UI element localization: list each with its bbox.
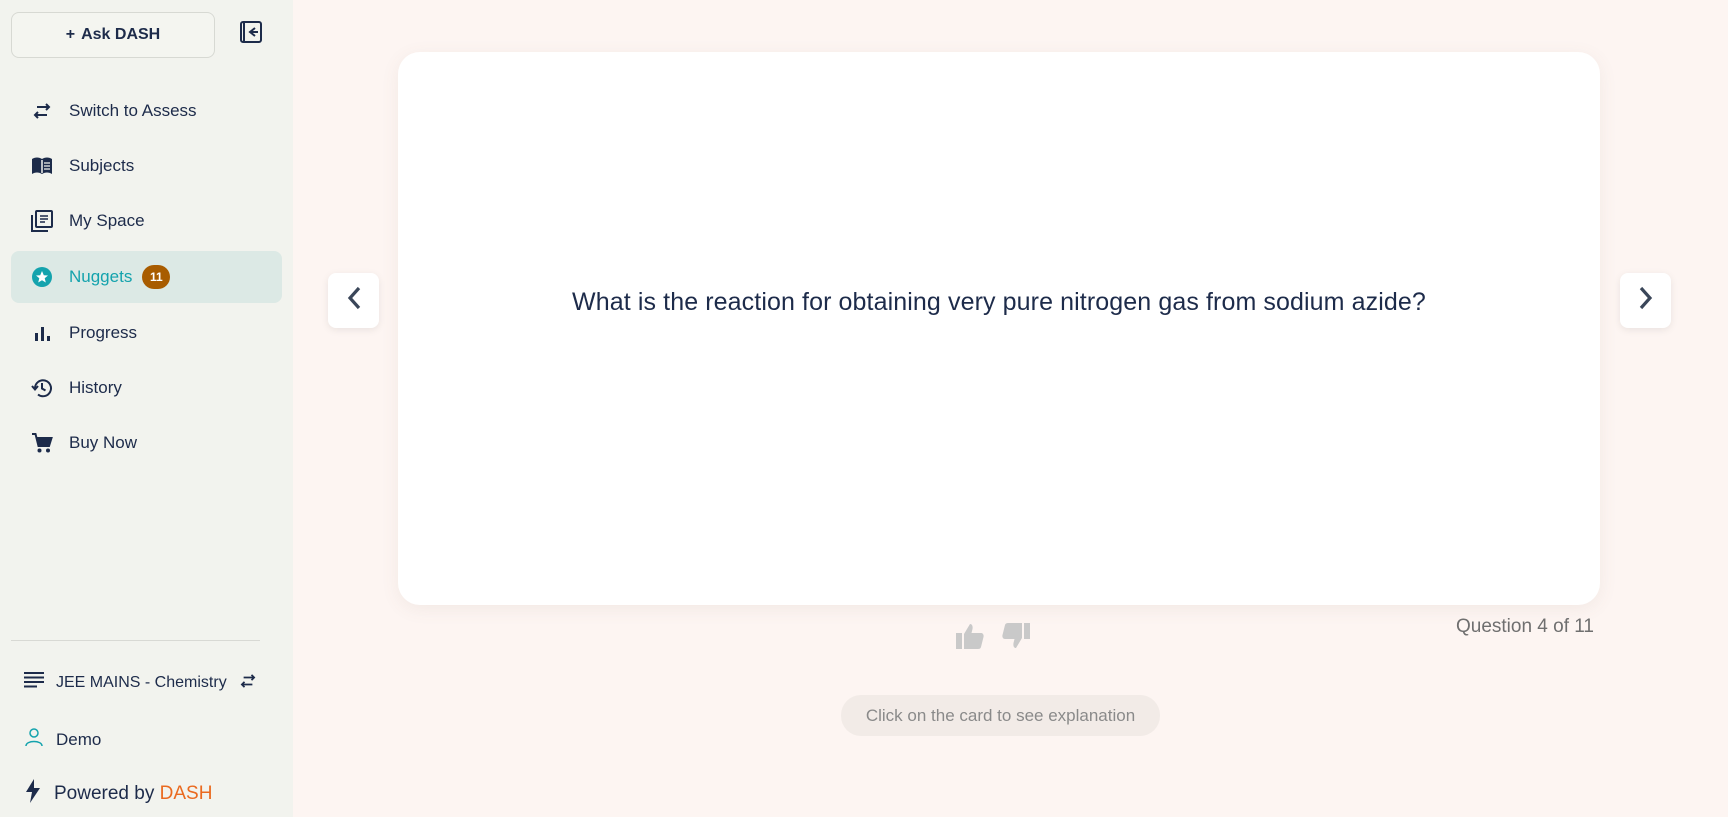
sidebar-item-label: Switch to Assess [69,101,197,120]
sidebar-item-label: Subjects [69,156,135,175]
sidebar-item-progress[interactable]: Progress [11,307,282,359]
ask-dash-button[interactable]: + Ask DASH [11,12,215,58]
powered-by-prefix: Powered by [54,783,155,804]
sidebar-item-label: My Space [69,211,145,230]
powered-by: Powered by DASH [24,779,212,809]
book-open-icon [31,155,53,177]
thumbs-up-icon[interactable] [954,620,986,657]
sidebar-item-nuggets[interactable]: Nuggets 11 [11,251,282,303]
feedback-buttons [954,620,1032,657]
sidebar-item-my-space[interactable]: My Space [11,195,282,247]
user-icon [24,727,44,752]
sidebar-divider [11,640,260,641]
brand-name: DASH [159,783,213,804]
sidebar-item-label: Nuggets [69,267,133,286]
swap-course-icon[interactable] [239,673,257,693]
sidebar: + Ask DASH Switch to Assess Subjects My … [0,0,293,817]
sidebar-item-switch-to-assess[interactable]: Switch to Assess [11,85,282,137]
plus-icon: + [65,26,76,43]
flashcard[interactable]: What is the reaction for obtaining very … [398,52,1600,605]
thumbs-down-icon[interactable] [1000,620,1032,657]
sidebar-item-label: Progress [69,323,138,342]
list-lines-icon [24,672,44,693]
sidebar-item-label: Buy Now [69,433,138,452]
ask-dash-label: Ask DASH [81,26,161,43]
star-circle-icon [31,266,53,288]
previous-question-button[interactable] [328,273,379,328]
bar-chart-icon [31,322,53,344]
swap-arrows-icon [31,100,53,122]
sidebar-item-history[interactable]: History [11,362,282,414]
sidebar-item-buy-now[interactable]: Buy Now [11,417,282,469]
course-label: JEE MAINS - Chemistry [56,673,227,691]
question-text: What is the reaction for obtaining very … [572,288,1426,316]
lightning-icon [24,779,42,809]
history-icon [31,377,53,399]
next-question-button[interactable] [1620,273,1671,328]
sidebar-item-subjects[interactable]: Subjects [11,140,282,192]
chevron-right-icon [1637,285,1655,316]
nuggets-count-badge: 11 [142,265,171,289]
explanation-hint: Click on the card to see explanation [841,695,1160,736]
sidebar-item-label: History [69,378,122,397]
library-icon [31,210,53,232]
course-selector[interactable]: JEE MAINS - Chemistry [24,672,257,693]
question-counter: Question 4 of 11 [1455,616,1594,637]
user-name: Demo [56,729,102,749]
cart-icon [31,432,53,454]
sidebar-collapse-icon[interactable] [238,19,264,45]
chevron-left-icon [345,285,363,316]
user-profile[interactable]: Demo [24,727,101,752]
